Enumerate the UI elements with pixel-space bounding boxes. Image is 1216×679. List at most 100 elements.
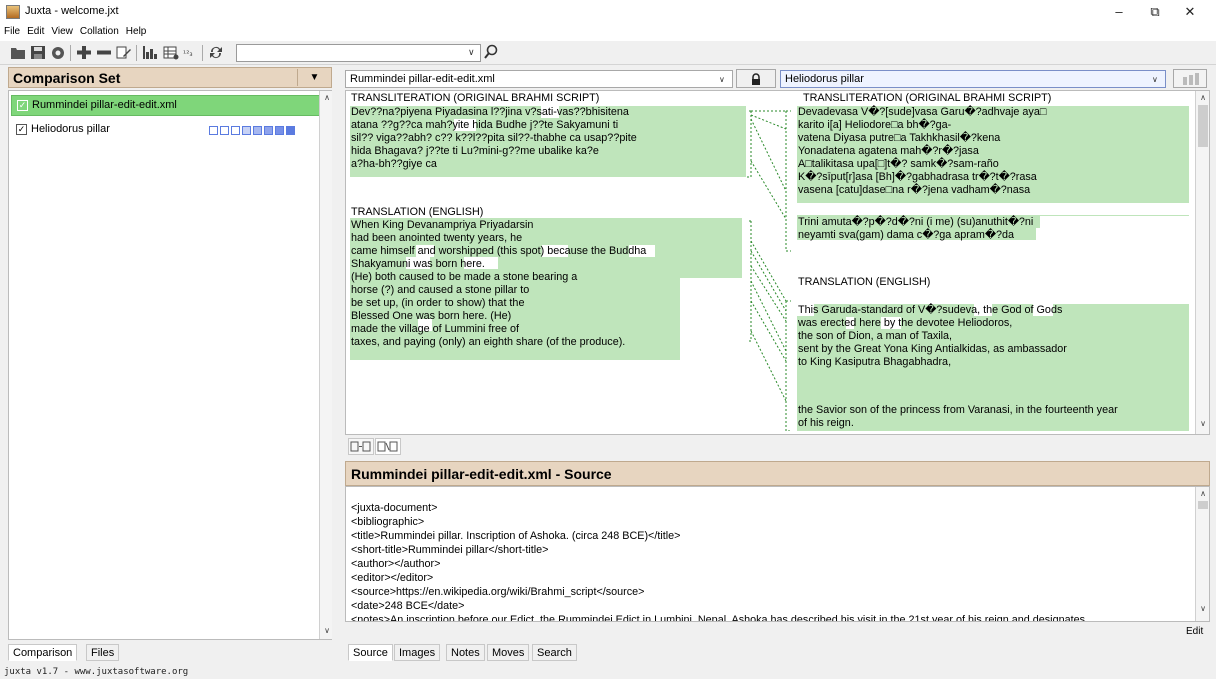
side-by-side-view-icon [377, 441, 398, 452]
left-text-line: a?ha-bh??giye ca [351, 158, 437, 170]
scroll-down-icon[interactable]: ∨ [1196, 419, 1210, 428]
menu-view[interactable]: View [47, 24, 76, 37]
side-by-side-comparison: TRANSLITERATION (ORIGINAL BRAHMI SCRIPT)… [345, 90, 1210, 435]
comparison-set-title: Comparison Set [13, 70, 121, 86]
search-icon[interactable] [483, 43, 499, 61]
difference-gap [1036, 228, 1189, 240]
scroll-down-icon[interactable]: ∨ [1196, 604, 1209, 613]
tab-moves[interactable]: Moves [487, 644, 530, 661]
right-text-line: Trini amuta�?p�?d�?ni (i me) (su)anuthit… [798, 216, 1034, 228]
minimize-button[interactable]: – [1101, 0, 1137, 24]
chevron-down-icon: ∨ [719, 75, 725, 84]
title-bar: Juxta - welcome.jxt – ⧉ ✕ [0, 0, 1216, 24]
scrollbar-thumb[interactable] [1198, 105, 1208, 147]
menu-help[interactable]: Help [122, 24, 150, 37]
source-title: Rummindei pillar-edit-edit.xml - Source [351, 466, 612, 482]
change-indicator-box [264, 126, 273, 135]
scroll-up-icon[interactable]: ∧ [1196, 93, 1210, 102]
scroll-up-icon[interactable]: ∧ [1196, 489, 1209, 498]
source-line: <date>248 BCE</date> [351, 600, 465, 612]
right-text-line: This Garuda-standard of V�?sudeva, the G… [798, 304, 1063, 316]
difference-gap [797, 421, 1189, 431]
left-text-line: be set up, (in order to show) that the [351, 297, 525, 309]
source-line: <short-title>Rummindei pillar</short-tit… [351, 544, 549, 556]
tab-source[interactable]: Source [348, 644, 393, 661]
right-text-line: A□talikitasa upa[□]t�? samk�?sam-raño [798, 158, 999, 170]
document-list: ✓ Rummindei pillar-edit-edit.xml ✓ Helio… [8, 90, 332, 640]
close-button[interactable]: ✕ [1172, 0, 1208, 24]
scrollbar-thumb[interactable] [1198, 501, 1208, 509]
tab-files[interactable]: Files [86, 644, 120, 661]
left-text-line: Blessed One was born here. (He) [351, 310, 512, 322]
svg-text:¹²₃: ¹²₃ [183, 49, 193, 58]
right-text-line: the son of Dion, a man of Taxila, [798, 330, 953, 342]
side-by-side-options-button[interactable] [1173, 69, 1207, 88]
change-indicator-box [242, 126, 251, 135]
tab-images[interactable]: Images [394, 644, 441, 661]
refresh-icon[interactable] [208, 45, 224, 60]
document-name: Rummindei pillar-edit-edit.xml [32, 99, 177, 111]
histogram-icon[interactable] [142, 45, 158, 60]
scroll-up-icon[interactable]: ∧ [320, 93, 334, 102]
source-scrollbar[interactable]: ∧ ∨ [1195, 487, 1209, 621]
menu-bar: File Edit View Collation Help [0, 24, 1216, 41]
document-list-scrollbar[interactable]: ∧ ∨ [319, 91, 332, 639]
grid-icon [1183, 73, 1199, 85]
open-folder-icon[interactable] [10, 45, 26, 60]
document-checkbox[interactable]: ✓ [16, 124, 27, 135]
left-text-line: (He) both caused to be made a stone bear… [351, 271, 578, 283]
tab-search[interactable]: Search [532, 644, 577, 661]
toolbar: ¹²₃ [0, 41, 1216, 65]
save-icon[interactable] [30, 45, 46, 60]
maximize-button[interactable]: ⧉ [1137, 0, 1173, 24]
numbered-list-icon[interactable]: ¹²₃ [183, 45, 199, 60]
right-document-name: Heliodorus pillar [785, 73, 864, 85]
right-document-selector[interactable]: Heliodorus pillar ∨ [780, 70, 1166, 88]
chevron-down-icon: ∨ [1152, 75, 1158, 84]
change-indicator-box [231, 126, 240, 135]
toolbar-separator [202, 45, 203, 61]
menu-file[interactable]: File [0, 24, 23, 37]
left-text-line: Shakyamuni was born here. [351, 258, 485, 270]
left-translation-heading: TRANSLATION (ENGLISH) [351, 206, 484, 218]
right-text-line: karito i[a] Heliodore□a bh�?ga- [798, 119, 952, 131]
document-checkbox[interactable]: ✓ [17, 100, 28, 111]
left-document-name: Rummindei pillar-edit-edit.xml [350, 73, 495, 85]
source-line: <source>https://en.wikipedia.org/wiki/Br… [351, 586, 645, 598]
view-mode-toggles [345, 435, 1210, 458]
scroll-down-icon[interactable]: ∨ [320, 626, 334, 635]
source-line: <juxta-document> [351, 502, 438, 514]
java-app-icon [6, 5, 20, 19]
left-text-line: taxes, and paying (only) an eighth share… [351, 336, 626, 348]
tab-notes[interactable]: Notes [446, 644, 485, 661]
remove-icon[interactable] [96, 45, 112, 60]
edit-source-button[interactable]: Edit [1186, 626, 1203, 637]
search-input[interactable] [236, 44, 481, 62]
left-text-line: sil?? viga??abh? c?? k??l??pita sil??-th… [351, 132, 637, 144]
comparison-set-menu-button[interactable]: ▼ [297, 69, 331, 86]
menu-collation[interactable]: Collation [76, 24, 122, 37]
document-row-rummindei[interactable]: ✓ Rummindei pillar-edit-edit.xml [11, 95, 321, 116]
search-history-dropdown[interactable]: ∨ [468, 47, 475, 58]
add-icon[interactable] [76, 45, 92, 60]
side-by-side-view-button[interactable] [375, 438, 401, 455]
comparison-scrollbar[interactable]: ∧ ∨ [1195, 91, 1209, 434]
left-text-line: Dev??na?piyena Piyadasina l??jina v?sati… [351, 106, 629, 118]
heatmap-view-button[interactable] [348, 438, 374, 455]
menu-edit[interactable]: Edit [23, 24, 47, 37]
left-document-selector[interactable]: Rummindei pillar-edit-edit.xml ∨ [345, 70, 733, 88]
table-icon[interactable] [163, 45, 179, 60]
tab-comparison[interactable]: Comparison [8, 644, 78, 661]
source-line: <title>Rummindei pillar. Inscription of … [351, 530, 681, 542]
difference-gap [1040, 216, 1189, 228]
source-header: Rummindei pillar-edit-edit.xml - Source [345, 461, 1210, 486]
source-line: <notes>An inscription before our Edict, … [351, 614, 1085, 622]
scroll-lock-button[interactable] [736, 69, 776, 88]
collate-icon[interactable] [50, 45, 66, 60]
document-row-heliodorus[interactable]: ✓ Heliodorus pillar [11, 120, 321, 141]
right-text-line: to King Kasiputra Bhagabhadra, [798, 356, 952, 368]
edit-icon[interactable] [116, 45, 132, 60]
left-text-line: atana ??g??ca mah?yite hida Budhe j??te … [351, 119, 619, 131]
toolbar-separator [70, 45, 71, 61]
source-view: <juxta-document> <bibliographic> <title>… [345, 486, 1210, 622]
